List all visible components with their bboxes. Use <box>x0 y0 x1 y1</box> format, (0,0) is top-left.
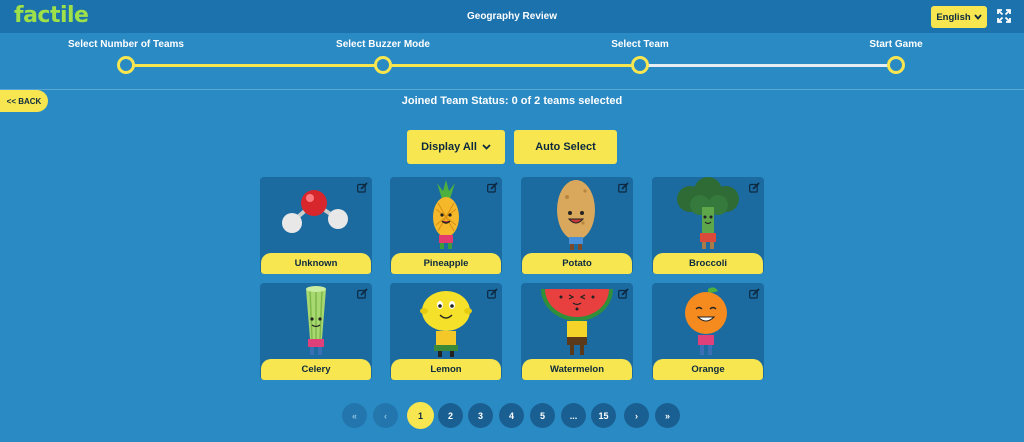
team-status-text: Joined Team Status: 0 of 2 teams selecte… <box>401 95 623 107</box>
edit-icon[interactable] <box>357 182 368 193</box>
molecule-icon <box>282 190 348 233</box>
prev-page-button[interactable]: ‹ <box>373 403 398 428</box>
page-button-15[interactable]: 15 <box>591 403 616 428</box>
page-button-4[interactable]: 4 <box>499 403 524 428</box>
team-name: Pineapple <box>391 253 501 274</box>
team-card-unknown[interactable]: Unknown <box>260 177 372 274</box>
last-page-button[interactable]: » <box>655 403 680 428</box>
team-name: Celery <box>261 359 371 380</box>
team-card-potato[interactable]: Potato <box>521 177 633 274</box>
team-card-orange[interactable]: Orange <box>652 283 764 380</box>
edit-icon[interactable] <box>749 182 760 193</box>
edit-icon[interactable] <box>487 288 498 299</box>
first-page-button[interactable]: « <box>342 403 367 428</box>
step-label-start-game: Start Game <box>869 39 923 50</box>
team-name: Orange <box>653 359 763 380</box>
team-name: Watermelon <box>522 359 632 380</box>
game-title: Geography Review <box>466 11 558 22</box>
auto-select-label: Auto Select <box>535 141 596 153</box>
progress-line-remaining <box>640 64 896 67</box>
chevron-down-icon <box>482 144 491 150</box>
step-dot-buzzer-mode[interactable] <box>374 56 392 74</box>
step-label-number-of-teams: Select Number of Teams <box>68 39 184 50</box>
edit-icon[interactable] <box>487 182 498 193</box>
step-dot-number-of-teams[interactable] <box>117 56 135 74</box>
page-button-1[interactable]: 1 <box>407 402 434 429</box>
edit-icon[interactable] <box>618 182 629 193</box>
team-name: Potato <box>522 253 632 274</box>
team-name: Unknown <box>261 253 371 274</box>
step-label-select-team: Select Team <box>611 39 669 50</box>
team-card-pineapple[interactable]: Pineapple <box>390 177 502 274</box>
page-ellipsis[interactable]: ... <box>561 403 586 428</box>
display-all-label: Display All <box>421 141 477 153</box>
potato-character-icon <box>557 180 595 250</box>
team-name: Lemon <box>391 359 501 380</box>
language-select[interactable]: English <box>931 6 987 28</box>
page-button-5[interactable]: 5 <box>530 403 555 428</box>
team-card-lemon[interactable]: Lemon <box>390 283 502 380</box>
watermelon-character-icon <box>541 289 613 355</box>
pineapple-character-icon <box>433 180 459 249</box>
orange-character-icon <box>685 287 727 355</box>
team-card-broccoli[interactable]: Broccoli <box>652 177 764 274</box>
team-card-celery[interactable]: Celery <box>260 283 372 380</box>
top-bar: factile Geography Review English <box>0 0 1024 33</box>
team-name: Broccoli <box>653 253 763 274</box>
auto-select-button[interactable]: Auto Select <box>514 130 617 164</box>
divider <box>0 89 1024 90</box>
page-button-3[interactable]: 3 <box>468 403 493 428</box>
page-button-2[interactable]: 2 <box>438 403 463 428</box>
lemon-character-icon <box>420 291 472 357</box>
edit-icon[interactable] <box>618 288 629 299</box>
step-dot-start-game[interactable] <box>887 56 905 74</box>
celery-character-icon <box>306 286 326 355</box>
display-all-dropdown[interactable]: Display All <box>407 130 505 164</box>
edit-icon[interactable] <box>357 288 368 299</box>
language-label: English <box>936 11 971 23</box>
team-card-watermelon[interactable]: Watermelon <box>521 283 633 380</box>
broccoli-character-icon <box>677 177 739 249</box>
edit-icon[interactable] <box>749 288 760 299</box>
step-dot-select-team[interactable] <box>631 56 649 74</box>
chevron-down-icon <box>973 14 982 20</box>
next-page-button[interactable]: › <box>624 403 649 428</box>
step-label-buzzer-mode: Select Buzzer Mode <box>336 39 430 50</box>
fullscreen-icon[interactable] <box>997 9 1011 23</box>
